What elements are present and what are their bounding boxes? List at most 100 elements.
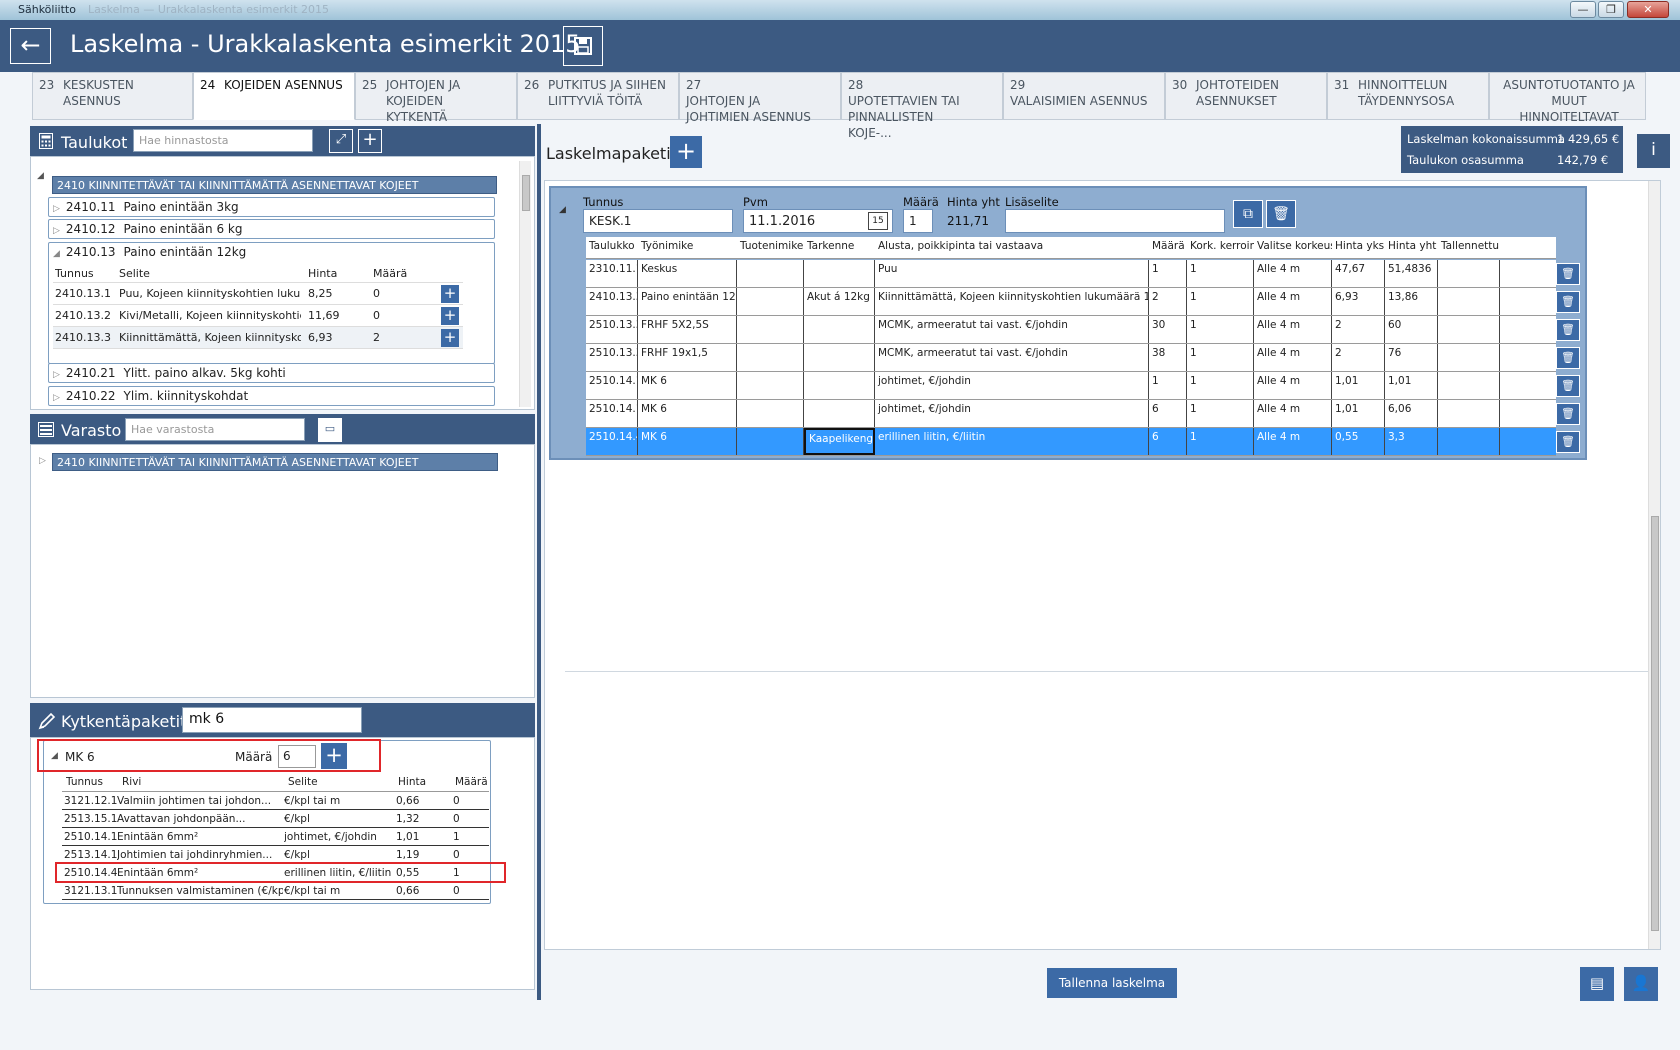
delete-row-button[interactable]: 🗑 <box>1556 375 1580 397</box>
add-laskelmapaketti-button[interactable]: + <box>670 136 702 168</box>
delete-row-button[interactable]: 🗑 <box>1556 319 1580 341</box>
varasto-filter-button[interactable]: ▭ <box>318 418 342 442</box>
sub-table-row[interactable]: 2410.13.2 Kivi/Metalli, Kojeen kiinnitys… <box>53 305 463 327</box>
grid-row[interactable]: 2510.14.1 MK 6 johtimet, €/johdin 1 1 Alle 4 … <box>586 372 1556 400</box>
delete-package-button[interactable]: 🗑 <box>1266 200 1296 228</box>
grid-cell-maara[interactable]: 6 <box>1149 428 1187 455</box>
right-scrollbar[interactable] <box>1648 181 1660 949</box>
grid-cell-korkeus[interactable]: Alle 4 m <box>1254 288 1332 315</box>
tunnus-input[interactable]: KESK.1 <box>583 209 733 233</box>
grid-row[interactable]: 2510.14.1 MK 6 johtimet, €/johdin 6 1 Alle 4 … <box>586 400 1556 428</box>
grid-cell-yht[interactable]: 6,06 <box>1385 400 1438 427</box>
grid-cell-alusta[interactable]: johtimet, €/johdin <box>875 372 1149 399</box>
grid-cell-tuotenimike[interactable] <box>737 428 804 455</box>
grid-cell-korkeus[interactable]: Alle 4 m <box>1254 428 1332 455</box>
grid-cell-alusta[interactable]: MCMK, armeeratut tai vast. €/johdin <box>875 344 1149 371</box>
grid-cell-yht[interactable]: 51,4836 <box>1385 260 1438 287</box>
info-button[interactable]: i <box>1637 134 1670 168</box>
tab-27[interactable]: 27JOHTOJEN JA JOHTIMIEN ASENNUS <box>679 72 841 124</box>
grid-cell-kerroin[interactable]: 1 <box>1187 428 1254 455</box>
report-button[interactable]: ▤ <box>1580 967 1614 1001</box>
varasto-search-input[interactable]: Hae varastosta <box>125 418 305 441</box>
taulukot-scrollbar[interactable] <box>519 161 531 407</box>
grid-cell-kerroin[interactable]: 1 <box>1187 260 1254 287</box>
grid-cell-tyonimike[interactable]: MK 6 <box>638 400 737 427</box>
kytkenta-row[interactable]: 2510.14.1 Enintään 6mm² johtimet, €/johdin… <box>62 829 489 846</box>
grid-cell-maara[interactable]: 6 <box>1149 400 1187 427</box>
sub-table-row[interactable]: 2410.13.3 Kiinnittämättä, Kojeen kiinnit… <box>53 327 463 349</box>
grid-cell-maara[interactable]: 1 <box>1149 372 1187 399</box>
tree-item-2410-11[interactable]: ▷ 2410.11 Paino enintään 3kg <box>48 197 495 217</box>
grid-cell-tyonimike[interactable]: Keskus <box>638 260 737 287</box>
expand-arrow-icon[interactable]: ▷ <box>39 456 46 466</box>
panel-splitter[interactable] <box>537 124 541 1000</box>
grid-cell-yht[interactable]: 3,3 <box>1385 428 1438 455</box>
copy-button[interactable]: ⧉ <box>1233 200 1263 228</box>
grid-row[interactable]: 2510.13.3 FRHF 19x1,5 MCMK, armeeratut tai… <box>586 344 1556 372</box>
varasto-root-2410[interactable]: 2410 KIINNITETTÄVÄT TAI KIINNITTÄMÄTTÄ A… <box>52 453 498 471</box>
kytkenta-row[interactable]: 2513.15.1 Avattavan johdonpään... €/kpl 1,3… <box>62 811 489 828</box>
grid-cell-maara[interactable]: 30 <box>1149 316 1187 343</box>
taulukot-search-input[interactable]: Hae hinnastosta <box>133 129 313 152</box>
grid-cell-taulukko[interactable]: 2510.14.1 <box>586 372 638 399</box>
add-table-button[interactable]: + <box>358 129 382 153</box>
grid-cell-tuotenimike[interactable] <box>737 288 804 315</box>
grid-cell-tallennettu[interactable] <box>1438 260 1500 287</box>
grid-cell-tallennettu[interactable] <box>1438 288 1500 315</box>
grid-cell-tarkenne[interactable] <box>804 344 875 371</box>
lisaselite-input[interactable] <box>1005 209 1225 233</box>
grid-cell-alusta[interactable]: johtimet, €/johdin <box>875 400 1149 427</box>
delete-row-button[interactable]: 🗑 <box>1556 291 1580 313</box>
tab-24[interactable]: 24 KOJEIDEN ASENNUS <box>193 72 355 120</box>
sub-table-row[interactable]: 2410.13.1 Puu, Kojeen kiinnityskohtien l… <box>53 283 463 305</box>
tab-30[interactable]: 30 JOHTOTEIDEN ASENNUKSET <box>1165 72 1327 120</box>
grid-cell-yht[interactable]: 1,01 <box>1385 372 1438 399</box>
grid-cell-tyonimike[interactable]: FRHF 19x1,5 <box>638 344 737 371</box>
grid-cell-yht[interactable]: 13,86 <box>1385 288 1438 315</box>
grid-cell-kerroin[interactable]: 1 <box>1187 372 1254 399</box>
tab-29[interactable]: 29VALAISIMIEN ASENNUS <box>1003 72 1165 120</box>
grid-cell-tyonimike[interactable]: Paino enintään 12kg <box>638 288 737 315</box>
grid-cell-korkeus[interactable]: Alle 4 m <box>1254 372 1332 399</box>
kytkenta-row[interactable]: 3121.12.1 Valmiin johtimen tai johdon... €… <box>62 793 489 810</box>
back-button[interactable]: ← <box>10 28 51 64</box>
grid-cell-tarkenne[interactable] <box>804 260 875 287</box>
grid-cell-tyonimike[interactable]: MK 6 <box>638 428 737 455</box>
kytkenta-row[interactable]: 3121.13.1Tunnuksen valmistaminen (€/kpl)… <box>62 883 489 900</box>
tab-31[interactable]: 31 HINNOITTELUN TÄYDENNYSOSA <box>1327 72 1489 120</box>
tree-item-2410-12[interactable]: ▷ 2410.12 Paino enintään 6 kg <box>48 219 495 239</box>
grid-cell-kerroin[interactable]: 1 <box>1187 400 1254 427</box>
grid-cell-alusta[interactable]: erillinen liitin, €/liitin <box>875 428 1149 455</box>
grid-cell-tuotenimike[interactable] <box>737 400 804 427</box>
tree-item-2410-21[interactable]: ▷ 2410.21 Ylitt. paino alkav. 5kg kohti <box>48 363 495 383</box>
grid-row[interactable]: 2410.13.3Paino enintään 12kg Akut á 12kgK… <box>586 288 1556 316</box>
grid-row[interactable]: 2310.11.1 Keskus Puu 1 1 Alle 4 m 47,67 51,4836 <box>586 260 1556 288</box>
tree-item-2410-22[interactable]: ▷ 2410.22 Ylim. kiinnityskohdat <box>48 386 495 406</box>
grid-cell-tarkenne[interactable] <box>804 400 875 427</box>
grid-cell-maara[interactable]: 38 <box>1149 344 1187 371</box>
grid-cell-tallennettu[interactable] <box>1438 428 1500 455</box>
collapse-arrow-icon[interactable]: ◢ <box>37 171 44 181</box>
delete-row-button[interactable]: 🗑 <box>1556 403 1580 425</box>
grid-cell-tallennettu[interactable] <box>1438 316 1500 343</box>
grid-cell-yks[interactable]: 47,67 <box>1332 260 1385 287</box>
grid-cell-taulukko[interactable]: 2510.13.3 <box>586 344 638 371</box>
grid-cell-tuotenimike[interactable] <box>737 344 804 371</box>
grid-cell-kerroin[interactable]: 1 <box>1187 344 1254 371</box>
delete-row-button[interactable]: 🗑 <box>1556 347 1580 369</box>
scroll-thumb[interactable] <box>522 175 530 211</box>
grid-cell-alusta[interactable]: Puu <box>875 260 1149 287</box>
grid-cell-alusta[interactable]: Kiinnittämättä, Kojeen kiinnityskohtien … <box>875 288 1149 315</box>
grid-cell-taulukko[interactable]: 2510.14.4 <box>586 428 638 455</box>
grid-cell-kerroin[interactable]: 1 <box>1187 316 1254 343</box>
grid-cell-maara[interactable]: 1 <box>1149 260 1187 287</box>
grid-cell-taulukko[interactable]: 2510.14.1 <box>586 400 638 427</box>
grid-cell-korkeus[interactable]: Alle 4 m <box>1254 316 1332 343</box>
maara-input[interactable]: 1 <box>903 209 933 233</box>
add-row-button[interactable]: + <box>441 307 459 325</box>
maximize-button[interactable]: ❐ <box>1598 1 1624 18</box>
delete-row-button[interactable]: 🗑 <box>1556 263 1580 285</box>
delete-row-button[interactable]: 🗑 <box>1556 431 1580 453</box>
grid-cell-maara[interactable]: 2 <box>1149 288 1187 315</box>
tab-asuntotuotanto[interactable]: ASUNTOTUOTANTO JA MUUT HINNOITELTAVAT <box>1489 72 1646 124</box>
